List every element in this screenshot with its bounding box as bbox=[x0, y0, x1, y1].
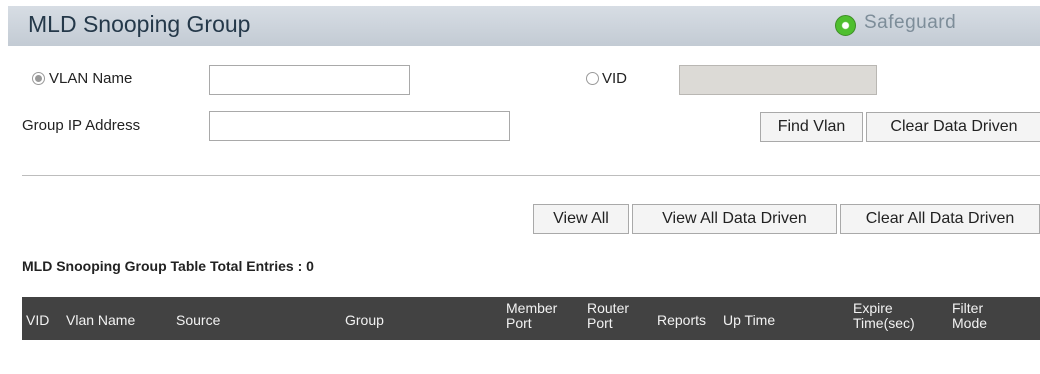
column-header-router-port: Router Port bbox=[587, 300, 630, 331]
column-header-reports: Reports bbox=[657, 312, 707, 328]
view-all-data-driven-button[interactable]: View All Data Driven bbox=[632, 204, 837, 234]
view-all-button[interactable]: View All bbox=[533, 204, 629, 234]
vlan-name-label: VLAN Name bbox=[49, 70, 133, 87]
vid-label: VID bbox=[602, 70, 628, 87]
total-entries-label: MLD Snooping Group Table Total Entries :… bbox=[22, 258, 314, 274]
vlan-name-radio[interactable] bbox=[32, 72, 45, 85]
column-header-expire-time: Expire Time(sec) bbox=[853, 300, 915, 331]
column-header-vlan-name: Vlan Name bbox=[66, 312, 136, 328]
vid-input[interactable] bbox=[679, 65, 877, 95]
total-entries-count: 0 bbox=[306, 258, 314, 274]
vlan-name-input[interactable] bbox=[209, 65, 410, 95]
safeguard-label[interactable]: Safeguard bbox=[864, 12, 956, 34]
total-entries-text: MLD Snooping Group Table Total Entries : bbox=[22, 258, 303, 274]
column-header-up-time: Up Time bbox=[723, 312, 776, 328]
clear-all-data-driven-button[interactable]: Clear All Data Driven bbox=[840, 204, 1040, 234]
column-header-filter-mode: Filter Mode bbox=[952, 300, 988, 331]
column-header-vid: VID bbox=[26, 312, 50, 328]
column-header-group: Group bbox=[345, 312, 384, 328]
safeguard-status-icon bbox=[835, 15, 856, 36]
title-bar: MLD Snooping Group Safeguard bbox=[8, 6, 1040, 46]
page-title: MLD Snooping Group bbox=[28, 11, 251, 37]
clear-data-driven-button[interactable]: Clear Data Driven bbox=[866, 112, 1040, 142]
group-ip-input[interactable] bbox=[209, 111, 510, 141]
vid-radio[interactable] bbox=[586, 72, 599, 85]
divider bbox=[22, 175, 1040, 176]
column-header-member-port: Member Port bbox=[506, 300, 558, 331]
table-header: VID Vlan Name Source Group Member Port R… bbox=[22, 297, 1040, 340]
find-vlan-button[interactable]: Find Vlan bbox=[760, 112, 863, 142]
column-header-source: Source bbox=[176, 312, 221, 328]
group-ip-label: Group IP Address bbox=[22, 117, 141, 134]
